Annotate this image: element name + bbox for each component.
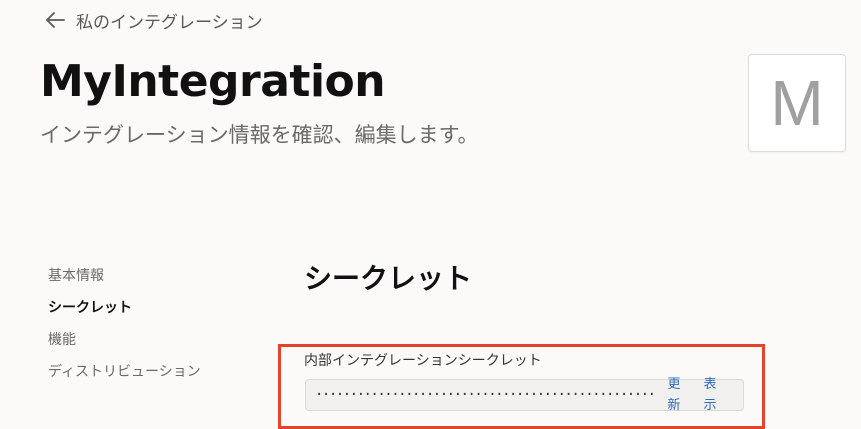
page-title: MyIntegration bbox=[40, 56, 386, 107]
show-secret-button[interactable]: 表示 bbox=[702, 374, 718, 416]
nav-item-basic-info[interactable]: 基本情報 bbox=[48, 262, 201, 294]
arrow-left-icon bbox=[44, 11, 66, 29]
back-link[interactable]: 私のインテグレーション bbox=[44, 8, 263, 33]
section-nav: 基本情報 シークレット 機能 ディストリビューション bbox=[48, 262, 201, 390]
secret-value-masked: ········································… bbox=[315, 387, 655, 403]
secret-field-label: 内部インテグレーションシークレット bbox=[304, 353, 542, 369]
nav-item-capabilities[interactable]: 機能 bbox=[48, 326, 201, 358]
back-link-label: 私のインテグレーション bbox=[76, 12, 263, 33]
page-subtitle: インテグレーション情報を確認、編集します。 bbox=[40, 123, 479, 147]
section-title-secrets: シークレット bbox=[304, 262, 473, 295]
nav-item-secrets[interactable]: シークレット bbox=[48, 294, 201, 326]
nav-item-distribution[interactable]: ディストリビューション bbox=[48, 358, 201, 390]
secret-field: ········································… bbox=[305, 377, 744, 413]
refresh-secret-button[interactable]: 更新 bbox=[666, 374, 682, 416]
integration-avatar[interactable]: M bbox=[748, 54, 846, 152]
